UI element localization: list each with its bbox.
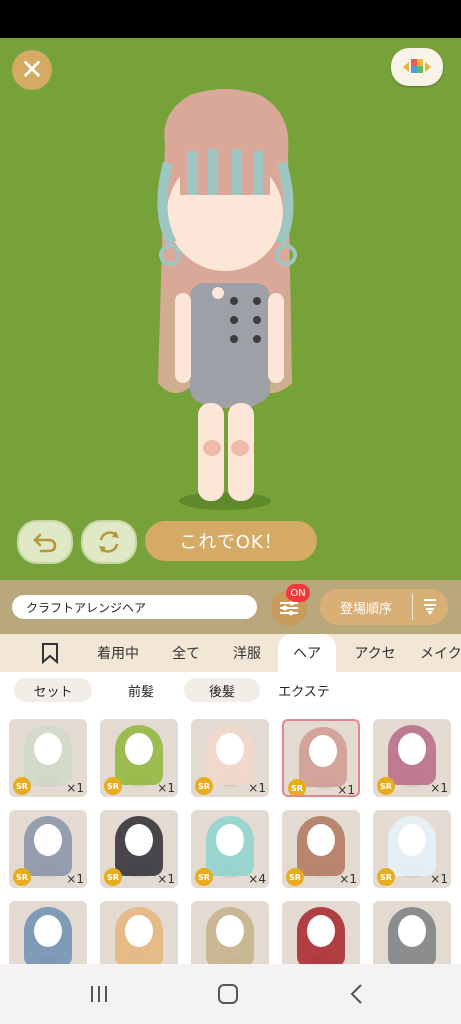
grid-color-icon <box>403 59 431 73</box>
rarity-badge: SR <box>195 868 213 886</box>
hair-item-card[interactable]: SR ×1 <box>373 719 451 797</box>
tab-clothes[interactable]: 洋服 <box>220 634 274 672</box>
rarity-badge: SR <box>377 868 395 886</box>
back-icon <box>350 984 362 1004</box>
hair-item-card[interactable]: SR ×1 <box>9 719 87 797</box>
mannequin-face <box>309 735 337 767</box>
rarity-badge: SR <box>13 777 31 795</box>
home-button[interactable] <box>208 980 248 1008</box>
back-button[interactable] <box>337 980 377 1008</box>
mannequin-face <box>307 915 335 947</box>
item-count: ×1 <box>430 872 448 886</box>
mannequin-face <box>307 824 335 856</box>
rarity-badge: SR <box>104 777 122 795</box>
category-name-field[interactable]: クラフトアレンジヘア <box>12 595 257 619</box>
subtab-extension[interactable]: エクステ <box>264 678 344 702</box>
item-count: ×1 <box>66 872 84 886</box>
sort-direction-toggle[interactable] <box>413 598 447 616</box>
rotate-button[interactable] <box>81 520 137 564</box>
system-nav-bar <box>0 964 461 1024</box>
mannequin-face <box>398 733 426 765</box>
hair-item-card[interactable] <box>100 901 178 964</box>
rarity-badge: SR <box>195 777 213 795</box>
hair-item-card[interactable]: SR ×1 <box>100 810 178 888</box>
item-count: ×4 <box>248 872 266 886</box>
item-count: ×1 <box>248 781 266 795</box>
tab-accessory[interactable]: アクセ <box>342 634 408 672</box>
recent-apps-button[interactable] <box>79 980 119 1008</box>
mannequin-face <box>125 824 153 856</box>
item-count: ×1 <box>430 781 448 795</box>
layout-switch-button[interactable] <box>391 48 443 86</box>
item-count: ×1 <box>339 872 357 886</box>
rarity-badge: SR <box>286 868 304 886</box>
close-button[interactable]: ✕ <box>12 50 52 90</box>
hair-item-card[interactable] <box>9 901 87 964</box>
rarity-badge: SR <box>13 868 31 886</box>
mannequin-face <box>34 915 62 947</box>
hair-item-card[interactable]: SR ×4 <box>191 810 269 888</box>
avatar-figure <box>157 89 297 510</box>
filter-bar: クラフトアレンジヘア ON 登場順序 <box>0 580 461 634</box>
tab-all[interactable]: 全て <box>160 634 212 672</box>
item-count: ×1 <box>157 872 175 886</box>
mannequin-face <box>125 733 153 765</box>
hair-item-card[interactable]: SR ×1 <box>373 810 451 888</box>
tab-makeup[interactable]: メイク <box>420 634 461 672</box>
mannequin-face <box>34 824 62 856</box>
rarity-badge: SR <box>377 777 395 795</box>
mannequin-face <box>216 733 244 765</box>
tab-bookmark[interactable] <box>26 634 74 672</box>
subtab-back-hair[interactable]: 後髪 <box>184 678 260 702</box>
hair-item-card[interactable]: SR ×1 <box>282 810 360 888</box>
mannequin-face <box>125 915 153 947</box>
mannequin-face <box>34 733 62 765</box>
recent-apps-icon <box>91 986 107 1002</box>
hair-item-card[interactable] <box>191 901 269 964</box>
hair-item-card[interactable]: SR ×1 <box>9 810 87 888</box>
home-icon <box>218 984 238 1004</box>
tab-hair[interactable]: ヘア <box>278 634 336 672</box>
sort-order-button[interactable]: 登場順序 <box>320 589 448 625</box>
hair-item-card[interactable]: SR ×1 <box>282 719 360 797</box>
status-bar <box>0 0 461 38</box>
subtab-front-hair[interactable]: 前髪 <box>102 678 180 702</box>
subtab-set[interactable]: セット <box>14 678 92 702</box>
rarity-badge: SR <box>104 868 122 886</box>
sort-lines-icon <box>424 599 436 615</box>
tab-wearing[interactable]: 着用中 <box>86 634 150 672</box>
bookmark-icon <box>42 643 58 664</box>
filter-on-badge: ON <box>286 584 310 602</box>
hair-item-card[interactable] <box>282 901 360 964</box>
rarity-badge: SR <box>288 779 306 795</box>
mannequin-face <box>398 915 426 947</box>
hair-item-card[interactable]: SR ×1 <box>191 719 269 797</box>
item-count: ×1 <box>337 783 355 797</box>
rotate-icon <box>99 531 119 553</box>
avatar-stage: ✕ これでOK！ <box>0 38 461 580</box>
mannequin-face <box>398 824 426 856</box>
item-grid: SR ×1 SR ×1 SR ×1 SR ×1 SR ×1 SR ×1 SR ×1 SR ×4 SR ×1 SR ×1 <box>0 708 461 964</box>
item-count: ×1 <box>66 781 84 795</box>
close-icon: ✕ <box>20 53 44 86</box>
undo-icon <box>33 533 57 553</box>
category-tabs: 着用中 全て 洋服 ヘア アクセ メイク <box>0 634 461 672</box>
hair-item-card[interactable] <box>373 901 451 964</box>
mannequin-face <box>216 915 244 947</box>
confirm-ok-button[interactable]: これでOK！ <box>145 521 317 561</box>
hair-subtabs: セット 前髪 後髪 エクステ <box>0 672 461 708</box>
hair-item-card[interactable]: SR ×1 <box>100 719 178 797</box>
mannequin-face <box>216 824 244 856</box>
undo-button[interactable] <box>17 520 73 564</box>
item-count: ×1 <box>157 781 175 795</box>
sort-order-label: 登場順序 <box>339 601 392 617</box>
